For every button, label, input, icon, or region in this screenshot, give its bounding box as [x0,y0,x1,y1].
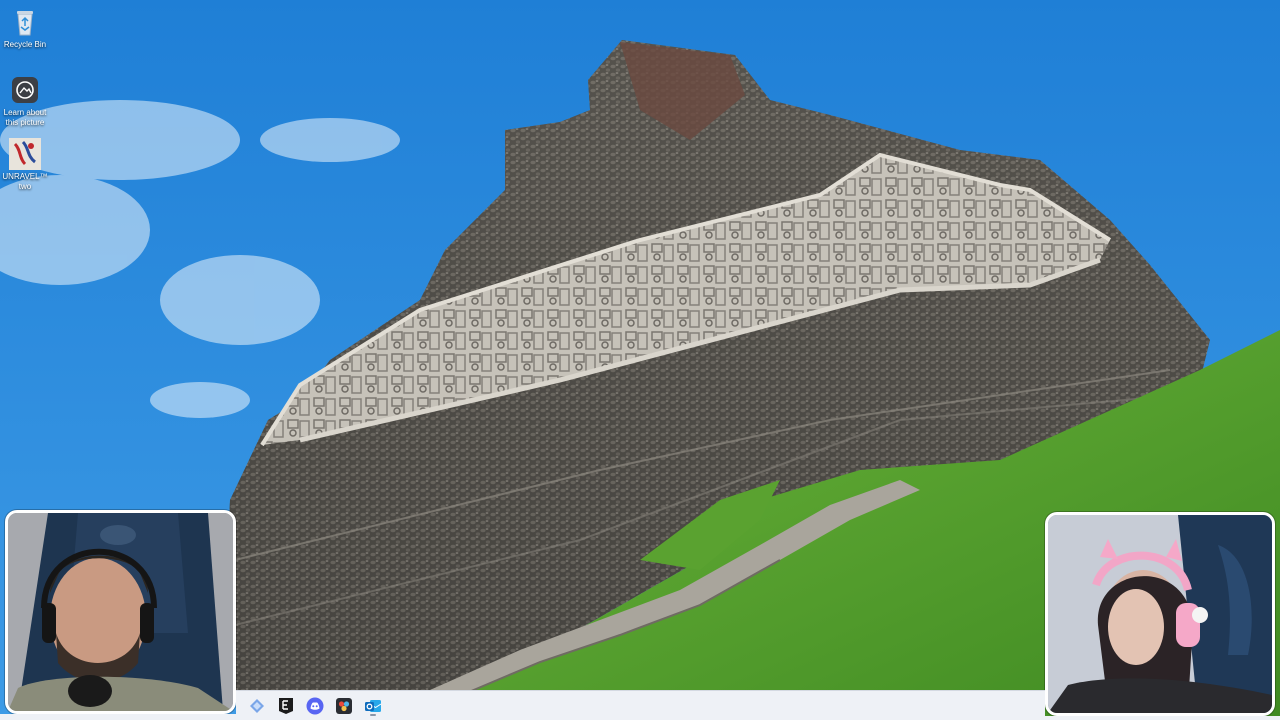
webcam-overlay-right [1045,512,1275,716]
diamond-app-icon [249,698,265,714]
desktop-icon-unravel-two[interactable]: UNRAVEL™ two [2,138,48,191]
taskbar-app-discord[interactable] [304,695,326,717]
taskbar-app-diamond[interactable] [246,695,268,717]
taskbar-app-epic[interactable] [275,695,297,717]
taskbar-left-segment [0,714,236,720]
webcam-overlay-left [5,510,236,714]
webcam-feed-left [8,513,233,711]
webcam-feed-right [1048,515,1272,713]
taskbar-app-davinci[interactable] [333,695,355,717]
taskbar [236,690,1045,720]
desktop-icon-learn-about-picture[interactable]: Learn about this picture [2,74,48,127]
learn-about-picture-icon [9,74,41,106]
desktop-icon-label: Recycle Bin [3,40,47,49]
taskbar-right-segment [1045,716,1280,720]
recycle-bin-icon [9,6,41,38]
unravel-two-icon [9,138,41,170]
desktop-icon-label: UNRAVEL™ two [2,172,48,191]
discord-icon [306,697,324,715]
davinci-resolve-icon [336,698,352,714]
running-indicator [370,714,376,716]
epic-games-icon [278,697,294,715]
desktop-icon-label: Learn about this picture [3,108,47,127]
desktop-icon-recycle-bin[interactable]: Recycle Bin [2,6,48,50]
taskbar-app-outlook[interactable] [362,695,384,717]
outlook-icon [364,698,382,714]
